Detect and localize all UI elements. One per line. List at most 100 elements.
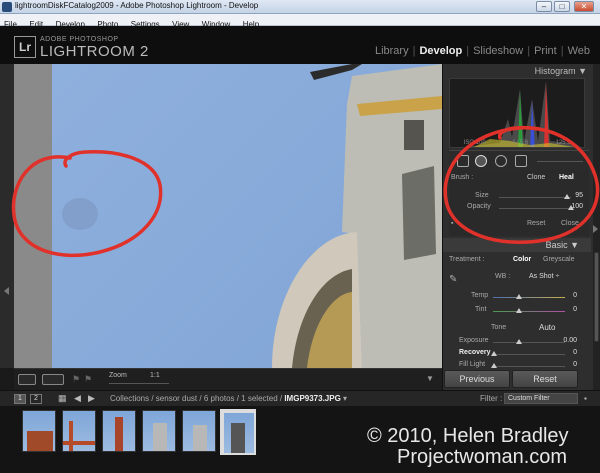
photo-canvas[interactable] (52, 64, 442, 368)
spot-reset-button[interactable]: Reset (527, 220, 545, 227)
adjustment-brush-icon[interactable] (537, 161, 583, 162)
tint-value[interactable]: 0 (559, 306, 577, 313)
tone-label: Tone (491, 324, 507, 331)
module-print[interactable]: Print (534, 45, 557, 57)
back-arrow-icon[interactable]: ◀ (74, 393, 81, 404)
histogram-header[interactable]: Histogram ▼ (443, 64, 591, 78)
histogram-info: ISO 100 f / 5.6 125 s (450, 140, 584, 146)
fill-light-slider-knob[interactable] (491, 363, 497, 368)
module-web[interactable]: Web (568, 45, 590, 57)
wb-select[interactable]: As Shot ÷ (529, 273, 559, 280)
minimize-button[interactable]: – (536, 1, 552, 12)
opacity-slider-track[interactable] (499, 208, 571, 209)
develop-tool-strip (449, 150, 589, 170)
toolbar-menu-icon[interactable]: ▼ (426, 374, 434, 383)
collection-path: Collections / sensor dust / 6 photos / 1… (110, 394, 283, 403)
website-watermark: Projectwoman.com (397, 446, 568, 468)
copyright-watermark: © 2010, Helen Bradley (367, 425, 569, 447)
right-panel: Histogram ▼ ISO 100 f / 5.6 125 s Brush … (442, 64, 600, 390)
before-after-button[interactable] (42, 374, 64, 385)
module-separator: | (466, 45, 470, 57)
loupe-view-button[interactable] (18, 374, 36, 385)
opacity-value[interactable]: 100 (565, 203, 583, 210)
tone-auto-button[interactable]: Auto (539, 323, 555, 332)
maximize-button[interactable]: □ (554, 1, 570, 12)
recovery-slider-track[interactable] (493, 354, 565, 355)
recovery-slider-knob[interactable] (491, 351, 497, 356)
exposure-slider-track[interactable] (493, 342, 565, 343)
recovery-value[interactable]: 0 (559, 349, 577, 356)
develop-toolbar: ⚑ ⚑ Zoom 1:1 ▼ (14, 368, 442, 390)
size-label: Size (475, 192, 489, 199)
basic-panel-header[interactable]: Basic ▼ (443, 238, 591, 252)
size-slider-track[interactable] (499, 197, 571, 198)
fill-light-value[interactable]: 0 (559, 361, 577, 368)
module-separator: | (560, 45, 564, 57)
fill-light-slider-track[interactable] (493, 366, 565, 367)
tint-slider-knob[interactable] (516, 308, 522, 313)
window-1-button[interactable]: 1 (14, 394, 26, 404)
reset-button[interactable]: Reset (512, 370, 578, 388)
menu-bar: File Edit Develop Photo Settings View Wi… (0, 14, 600, 29)
left-panel-collapsed (0, 64, 52, 368)
module-separator: | (527, 45, 531, 57)
tool-options-icon[interactable]: ▪ (451, 220, 453, 227)
exposure-label: Exposure (459, 337, 489, 344)
zoom-slider[interactable] (109, 383, 169, 384)
opacity-label: Opacity (467, 203, 491, 210)
filmstrip-thumb-selected[interactable] (220, 409, 256, 455)
lightroom-logo: Lr (14, 36, 36, 58)
filmstrip-thumb[interactable] (22, 410, 56, 452)
flag-icon[interactable]: ⚑ (72, 374, 80, 385)
filmstrip-source-path[interactable]: Collections / sensor dust / 6 photos / 1… (110, 394, 347, 403)
filmstrip-thumb[interactable] (142, 410, 176, 452)
filter-label: Filter : (480, 394, 503, 403)
reject-flag-icon[interactable]: ⚑ (84, 374, 92, 385)
photo-image (62, 64, 442, 368)
module-develop[interactable]: Develop (419, 45, 462, 57)
fill-light-label: Fill Light (459, 361, 486, 368)
window-title: lightroomDiskFCatalog2009 - Adobe Photos… (15, 1, 259, 10)
lightroom-app-icon (2, 2, 12, 12)
forward-arrow-icon[interactable]: ▶ (88, 393, 95, 404)
eyedropper-icon[interactable]: ✎ (449, 274, 457, 285)
tint-slider-track[interactable] (493, 311, 565, 312)
scrollbar-thumb[interactable] (594, 252, 599, 342)
size-value[interactable]: 95 (565, 192, 583, 199)
zoom-label: Zoom (109, 372, 127, 379)
left-panel-edge[interactable] (0, 64, 14, 368)
spot-removal-tool-icon[interactable] (475, 155, 487, 167)
spot-removal-panel: Brush : Clone Heal Size 95 Opacity 100 ▪… (449, 170, 589, 236)
module-slideshow[interactable]: Slideshow (473, 45, 523, 57)
crop-tool-icon[interactable] (457, 155, 469, 167)
tower-window (402, 166, 436, 260)
filmstrip-thumb[interactable] (62, 410, 96, 452)
module-library[interactable]: Library (375, 45, 409, 57)
exposure-slider-knob[interactable] (516, 339, 522, 344)
module-picker: Library | Develop | Slideshow | Print | Web (375, 45, 590, 57)
temp-slider-track[interactable] (493, 297, 565, 298)
filename-dropdown-icon[interactable]: ▾ (343, 394, 347, 403)
temp-slider-knob[interactable] (516, 294, 522, 299)
previous-button[interactable]: Previous (444, 370, 510, 388)
expand-left-panel-icon[interactable] (4, 287, 9, 295)
window-2-button[interactable]: 2 (30, 394, 42, 404)
filter-select[interactable]: Custom Filter (504, 393, 578, 404)
clone-button[interactable]: Clone (527, 174, 545, 181)
temp-label: Temp (471, 292, 489, 299)
filter-lock-icon[interactable]: ▪ (584, 394, 587, 403)
graduated-filter-icon[interactable] (515, 155, 527, 167)
grid-view-icon[interactable]: ▦ (58, 393, 67, 404)
histogram-shutter: 125 s (555, 140, 571, 146)
treatment-greyscale[interactable]: Greyscale (543, 256, 575, 263)
spot-close-button[interactable]: Close (561, 220, 579, 227)
exposure-value[interactable]: 0.00 (559, 337, 577, 344)
temp-value[interactable]: 0 (559, 292, 577, 299)
collapse-right-panel-icon[interactable] (593, 225, 598, 233)
close-window-button[interactable]: ✕ (574, 1, 594, 12)
filmstrip-thumb[interactable] (182, 410, 216, 452)
red-eye-tool-icon[interactable] (495, 155, 507, 167)
heal-button[interactable]: Heal (559, 174, 574, 181)
filmstrip-thumb[interactable] (102, 410, 136, 452)
treatment-color[interactable]: Color (513, 256, 531, 263)
